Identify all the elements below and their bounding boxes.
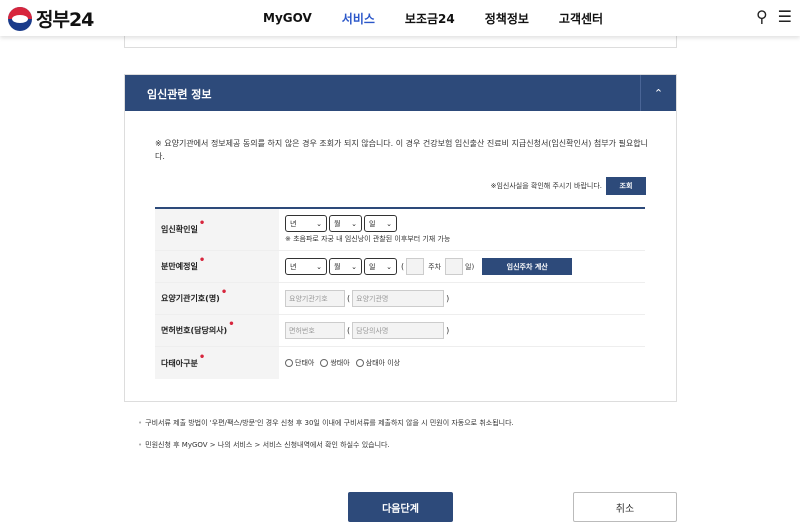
- license-number-input[interactable]: 면허번호: [285, 322, 345, 339]
- notice-text: ※ 요양기관에서 정보제공 동의를 하지 않은 경우 조회가 되지 않습니다. …: [155, 139, 648, 161]
- day-input[interactable]: [445, 258, 464, 275]
- week-label: 주차: [428, 262, 442, 271]
- field-value: 단태아 쌍태아 삼태아 이상: [279, 347, 645, 379]
- radio-circle-icon: [355, 359, 364, 367]
- list-item: • 민원신청 후 MyGOV > 나의 서비스 > 서비스 신청내역에서 확인 하…: [138, 441, 390, 449]
- form-row-fetus: 다태아구분 • 단태아 쌍태아 삼태아 이상: [155, 347, 645, 379]
- pregnancy-year-select[interactable]: 년 ⌄: [285, 215, 327, 232]
- close-paren: ): [446, 294, 450, 303]
- fetus-label: 다태아구분: [161, 358, 198, 368]
- collapse-chevron-icon[interactable]: ⌃: [640, 75, 676, 111]
- nav-item-service[interactable]: 서비스: [342, 10, 375, 27]
- taegeuk-logo-icon: [8, 6, 32, 31]
- open-paren: (: [347, 326, 351, 335]
- cancel-button[interactable]: 취소: [573, 492, 677, 522]
- pregnancy-month-select[interactable]: 월 ⌄: [329, 215, 362, 232]
- open-paren: (: [347, 294, 351, 303]
- form-row-due-date: 분만예정일 • 년 ⌄ 월 ⌄ 일 ⌄ ( 주차 일) 임신주차 계산: [155, 251, 645, 283]
- institution-name-input[interactable]: 요양기관명: [352, 290, 445, 307]
- nav-item-subsidy[interactable]: 보조금24: [405, 10, 455, 27]
- nav-item-mygov[interactable]: MyGOV: [263, 11, 312, 25]
- field-label: 다태아구분 •: [155, 347, 279, 379]
- nav-item-policy[interactable]: 정책정보: [485, 10, 529, 27]
- field-value: 면허번호 ( 담당의사명 ): [279, 315, 645, 346]
- logo-text: 정부24: [36, 9, 94, 31]
- site-logo[interactable]: 정부24: [8, 5, 94, 32]
- lookup-button[interactable]: 조회: [606, 177, 646, 195]
- radio-twins[interactable]: 쌍태아: [320, 358, 350, 368]
- field-value: 년 ⌄ 월 ⌄ 일 ⌄ ※ 초음파로 자궁 내 임신낭이 관찰된 이후부터 기재 가능: [279, 209, 645, 250]
- radio-circle-icon: [285, 359, 293, 367]
- chevron-down-icon: ⌄: [386, 262, 392, 271]
- confirm-row: ※임신사실을 확인해 주시기 바랍니다. 조회: [491, 177, 646, 195]
- due-year-select[interactable]: 년 ⌄: [285, 258, 327, 275]
- required-mark: •: [198, 255, 206, 266]
- due-date-label: 분만예정일: [161, 262, 198, 271]
- section-title: 임신관련 정보: [147, 88, 212, 101]
- menu-icon[interactable]: ☰: [778, 7, 792, 26]
- required-mark: •: [198, 218, 206, 229]
- radio-single[interactable]: 단태아: [285, 358, 314, 368]
- field-value: 년 ⌄ 월 ⌄ 일 ⌄ ( 주차 일) 임신주차 계산: [279, 251, 645, 282]
- pregnancy-date-hint: ※ 초음파로 자궁 내 임신낭이 관찰된 이후부터 기재 가능: [285, 235, 451, 243]
- form-row-pregnancy-date: 임신확인일 • 년 ⌄ 월 ⌄ 일 ⌄ ※ 초음파로 자궁 내 임신낭이 관찰된 이후부…: [155, 209, 645, 251]
- field-label: 면허번호(담당의사) •: [155, 315, 279, 346]
- chevron-down-icon: ⌄: [351, 219, 357, 228]
- form-row-license: 면허번호(담당의사) • 면허번호 ( 담당의사명 ): [155, 315, 645, 347]
- form-row-institution: 요양기관기호(명) • 요양기관기호 ( 요양기관명 ): [155, 283, 645, 315]
- field-label: 임신확인일 •: [155, 209, 279, 250]
- notes-list: • 구비서류 제출 방법이 '우편/팩스/방문'인 경우 신청 후 30일 이내에…: [138, 418, 514, 462]
- calc-week-button[interactable]: 임신주차 계산: [482, 258, 573, 275]
- week-input[interactable]: [406, 258, 425, 275]
- chevron-down-icon: ⌄: [316, 262, 322, 271]
- institution-label: 요양기관기호(명): [161, 294, 220, 303]
- radio-circle-icon: [320, 359, 329, 367]
- chevron-down-icon: ⌄: [351, 262, 357, 271]
- radio-triplets[interactable]: 삼태아 이상: [355, 358, 400, 368]
- doctor-name-input[interactable]: 담당의사명: [352, 322, 445, 339]
- nav-item-support[interactable]: 고객센터: [559, 10, 603, 27]
- pregnancy-info-section: 임신관련 정보 ⌃ ※ 요양기관에서 정보제공 동의를 하지 않은 경우 조회가…: [124, 74, 677, 402]
- close-paren: ): [446, 326, 450, 335]
- open-paren: (: [401, 262, 405, 271]
- chevron-down-icon: ⌄: [386, 219, 392, 228]
- pregnancy-form: 임신확인일 • 년 ⌄ 월 ⌄ 일 ⌄ ※ 초음파로 자궁 내 임신낭이 관찰된 이후부…: [155, 207, 645, 379]
- list-item: • 구비서류 제출 방법이 '우편/팩스/방문'인 경우 신청 후 30일 이내에…: [138, 419, 514, 427]
- day-label: 일): [465, 262, 475, 271]
- field-value: 요양기관기호 ( 요양기관명 ): [279, 283, 645, 314]
- pregnancy-day-select[interactable]: 일 ⌄: [364, 215, 397, 232]
- institution-code-input[interactable]: 요양기관기호: [285, 290, 345, 307]
- required-mark: •: [220, 287, 228, 298]
- due-month-select[interactable]: 월 ⌄: [329, 258, 362, 275]
- due-day-select[interactable]: 일 ⌄: [364, 258, 397, 275]
- field-label: 분만예정일 •: [155, 251, 279, 282]
- required-mark: •: [228, 319, 235, 330]
- main-nav: MyGOV 서비스 보조금24 정책정보 고객센터: [263, 0, 633, 36]
- required-mark: •: [198, 351, 206, 363]
- chevron-down-icon: ⌄: [316, 219, 322, 228]
- pregnancy-date-label: 임신확인일: [161, 225, 198, 234]
- license-label: 면허번호(담당의사): [161, 326, 228, 335]
- next-step-button[interactable]: 다음단계: [348, 492, 453, 522]
- search-icon[interactable]: ⚲: [756, 7, 768, 26]
- top-header: 정부24 MyGOV 서비스 보조금24 정책정보 고객센터 ⚲ ☰: [0, 0, 800, 36]
- section-header: 임신관련 정보 ⌃: [125, 75, 676, 111]
- header-actions: ⚲ ☰: [756, 7, 792, 26]
- confirm-text: ※임신사실을 확인해 주시기 바랍니다.: [490, 182, 602, 190]
- field-label: 요양기관기호(명) •: [155, 283, 279, 314]
